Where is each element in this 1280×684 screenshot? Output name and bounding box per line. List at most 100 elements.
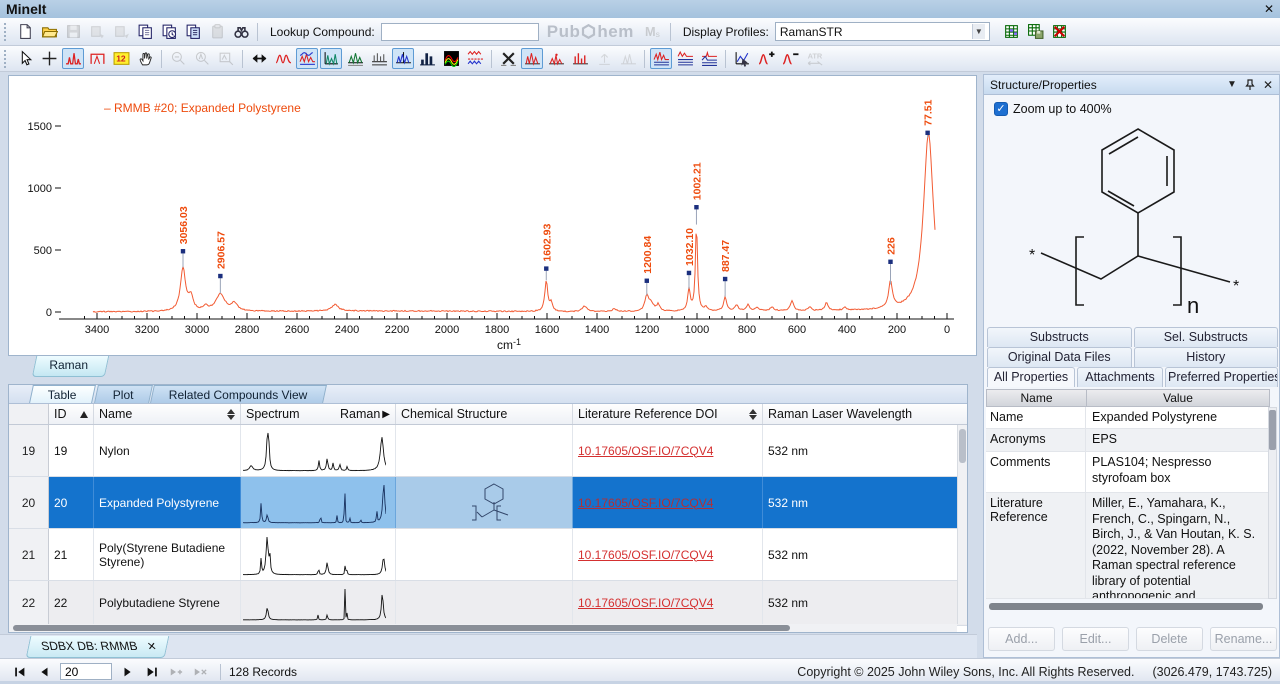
rename-button[interactable]: Rename...	[1210, 627, 1277, 651]
peak-display-icon[interactable]	[62, 48, 84, 69]
doi-link[interactable]: 10.17605/OSF.IO/7CQV4	[578, 596, 713, 610]
first-record-button[interactable]	[9, 663, 31, 681]
open-file-icon[interactable]	[38, 21, 60, 42]
table-save-icon[interactable]	[1025, 21, 1047, 42]
properties-horizontal-scrollbar[interactable]	[989, 603, 1263, 610]
property-row[interactable]: Literature ReferenceMiller, E., Yamahara…	[986, 493, 1270, 599]
overlay-spectra-icon[interactable]	[272, 48, 294, 69]
zoom-region-icon[interactable]	[215, 48, 237, 69]
grid-header-name[interactable]: Name	[987, 390, 1087, 406]
cell-chemical-structure[interactable]	[396, 581, 573, 625]
column-header-doi[interactable]: Literature Reference DOI	[573, 404, 763, 424]
property-row[interactable]: AcronymsEPS	[986, 429, 1270, 452]
colormap-icon[interactable]	[440, 48, 462, 69]
dense-peaks-icon[interactable]	[392, 48, 414, 69]
table-row[interactable]: 2222Polybutadiene Styrene10.17605/OSF.IO…	[9, 581, 967, 626]
list-spectrum-icon[interactable]	[650, 48, 672, 69]
spectrum-markers-icon[interactable]	[545, 48, 567, 69]
tab-sel-substructs[interactable]: Sel. Substructs	[1134, 327, 1279, 347]
column-header-chemical-structure[interactable]: Chemical Structure	[396, 404, 573, 424]
copy-icon[interactable]	[134, 21, 156, 42]
filter-arrow-icon[interactable]: ▶	[382, 409, 390, 420]
property-row[interactable]: NameExpanded Polystyrene	[986, 407, 1270, 429]
tab-substructs[interactable]: Substructs	[987, 327, 1132, 347]
ghost-peaks-icon[interactable]	[617, 48, 639, 69]
bar-display-icon[interactable]	[416, 48, 438, 69]
add-record-button[interactable]	[165, 663, 187, 681]
pan-hand-icon[interactable]	[134, 48, 156, 69]
tab-history[interactable]: History	[1134, 347, 1279, 367]
table-delete-icon[interactable]	[1049, 21, 1071, 42]
panel-close-icon[interactable]: ✕	[1263, 78, 1273, 92]
lookup-compound-input[interactable]	[381, 23, 539, 41]
record-number-input[interactable]	[60, 663, 112, 680]
close-icon[interactable]: ✕	[1264, 3, 1274, 15]
table-row[interactable]: 2020Expanded Polystyrene10.17605/OSF.IO/…	[9, 477, 967, 529]
peak-region-icon[interactable]	[86, 48, 108, 69]
new-file-icon[interactable]	[14, 21, 36, 42]
tab-related-compounds-view[interactable]: Related Compounds View	[150, 385, 326, 403]
display-profiles-select[interactable]: RamanSTR ▼	[775, 22, 990, 41]
copy-history-icon[interactable]	[158, 21, 180, 42]
column-header-spectrum[interactable]: SpectrumRaman▶	[241, 404, 396, 424]
raise-spectrum-icon[interactable]	[593, 48, 615, 69]
zoom-checkbox[interactable]: ✓	[994, 102, 1008, 116]
axes-display-icon[interactable]	[320, 48, 342, 69]
panel-menu-icon[interactable]: ▼	[1227, 79, 1237, 90]
peak-label-icon[interactable]: 12	[110, 48, 132, 69]
property-row[interactable]: CommentsPLAS104; Nespresso styrofoam box	[986, 452, 1270, 493]
next-record-button[interactable]	[117, 663, 139, 681]
doi-link[interactable]: 10.17605/OSF.IO/7CQV4	[578, 548, 713, 562]
table-horizontal-scrollbar[interactable]	[9, 624, 957, 632]
stacked-list-icon[interactable]	[674, 48, 696, 69]
cursor-tool-icon[interactable]	[14, 48, 36, 69]
tab-all-properties[interactable]: All Properties	[987, 367, 1075, 387]
delete-record-button[interactable]	[189, 663, 211, 681]
remove-spectra-icon[interactable]	[497, 48, 519, 69]
single-spectrum-icon[interactable]	[521, 48, 543, 69]
cell-spectrum-thumbnail[interactable]	[241, 581, 396, 625]
table-vertical-scrollbar[interactable]	[957, 425, 967, 624]
column-header-id[interactable]: ID	[49, 404, 94, 424]
cell-spectrum-thumbnail[interactable]	[241, 425, 396, 476]
add-peak-icon[interactable]	[755, 48, 777, 69]
import-icon[interactable]	[86, 21, 108, 42]
green-spectra-icon[interactable]	[344, 48, 366, 69]
chevron-down-icon[interactable]: ▼	[972, 24, 985, 39]
table-row[interactable]: 1919Nylon10.17605/OSF.IO/7CQV4532 nm	[9, 425, 967, 477]
save-icon[interactable]	[62, 21, 84, 42]
tab-close-icon[interactable]: ✕	[146, 640, 158, 653]
plot-pointer-icon[interactable]	[731, 48, 753, 69]
find-icon[interactable]	[230, 21, 252, 42]
cell-spectrum-thumbnail[interactable]	[241, 529, 396, 580]
pin-icon[interactable]	[1245, 79, 1255, 91]
tab-table[interactable]: Table	[29, 385, 96, 403]
column-header-wavelength[interactable]: Raman Laser Wavelength	[763, 404, 959, 424]
multi-trace-icon[interactable]	[464, 48, 486, 69]
column-header-name[interactable]: Name	[94, 404, 241, 424]
tab-raman-spectrum[interactable]: Raman	[32, 356, 109, 377]
atr-icon[interactable]: ATR	[803, 48, 825, 69]
chemical-structure-view[interactable]: * * n	[988, 121, 1275, 327]
tab-sdbx-db-rmmb[interactable]: SDBX DB: RMMB✕	[26, 636, 170, 658]
doi-link[interactable]: 10.17605/OSF.IO/7CQV4	[578, 444, 713, 458]
crosshair-tool-icon[interactable]	[38, 48, 60, 69]
tab-original-data-files[interactable]: Original Data Files	[987, 347, 1132, 367]
export-icon[interactable]	[110, 21, 132, 42]
pubchem-ms-icon[interactable]: Ms	[643, 21, 665, 42]
spectrum-plot-panel[interactable]: 3400320030002800260024002200200018001600…	[8, 75, 977, 356]
table-grid-icon[interactable]	[1001, 21, 1023, 42]
cell-chemical-structure[interactable]	[396, 425, 573, 476]
tab-preferred-properties[interactable]: Preferred Properties	[1165, 367, 1278, 387]
remove-peak-icon[interactable]	[779, 48, 801, 69]
grid-header-value[interactable]: Value	[1087, 390, 1269, 406]
table-row[interactable]: 2121Poly(Styrene Butadiene Styrene)10.17…	[9, 529, 967, 581]
add-button[interactable]: Add...	[988, 627, 1055, 651]
cell-chemical-structure[interactable]	[396, 529, 573, 580]
copy-special-icon[interactable]	[182, 21, 204, 42]
delete-button[interactable]: Delete	[1136, 627, 1203, 651]
last-record-button[interactable]	[141, 663, 163, 681]
tab-plot[interactable]: Plot	[94, 385, 153, 403]
stacked-list2-icon[interactable]	[698, 48, 720, 69]
zoom-peak-icon[interactable]	[191, 48, 213, 69]
